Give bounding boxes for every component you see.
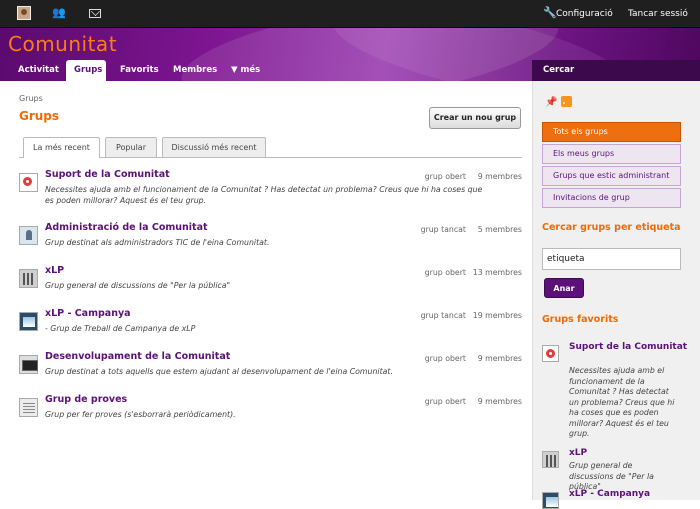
group-members: 19 membres [472,311,522,320]
group-members: 5 membres [477,225,522,234]
nav-item-mes[interactable]: ▼ més [223,60,268,81]
favorite-group-description: Necessites ajuda amb el funcionament de … [569,366,675,438]
group-status: grup tancat [420,225,466,234]
group-description: Grup per fer proves (s'esborrarà periòdi… [45,410,236,419]
mail-icon[interactable] [89,9,101,18]
tag-search-input[interactable]: etiqueta [542,248,681,270]
screen-icon[interactable] [19,355,38,374]
group-description: Grup destinat a tots aquells que estem a… [45,367,393,376]
pin-icon[interactable]: 📌 [545,97,557,108]
nav-item-favorits[interactable]: Favorits [112,60,167,81]
top-bar: 👥 🔧 Configuració Tancar sessió [0,0,700,28]
group-description: Grup general de discussions de "Per la p… [45,281,231,290]
group-members: 9 membres [477,354,522,363]
photo-icon[interactable] [19,312,38,331]
site-title[interactable]: Comunitat [8,32,117,56]
group-status: grup obert [424,354,466,363]
tab-recent-discussion[interactable]: Discussió més recent [162,137,266,157]
page-title: Grups [19,109,60,123]
lifebuoy-icon[interactable] [542,345,559,362]
group-status: grup obert [424,397,466,406]
group-name[interactable]: Grup de proves [45,394,127,405]
tag-search-button[interactable]: Anar [544,278,584,298]
group-invitations-button[interactable]: Invitacions de grup [542,188,681,208]
breadcrumb[interactable]: Grups [19,94,43,103]
people-icon[interactable]: 👥 [52,6,66,20]
group-name[interactable]: Suport de la Comunitat [45,169,170,180]
admin-groups-button[interactable]: Grups que estic administrant [542,166,681,186]
group-members: 13 membres [472,268,522,277]
avatar-icon[interactable] [17,6,31,20]
main-nav: Activitat Grups Favorits Membres ▼ més [0,60,532,81]
admin-person-icon[interactable] [19,226,38,245]
favorite-groups-title: Grups favorits [542,314,619,325]
lifebuoy-icon[interactable] [19,173,38,192]
group-description: Grup destinat als administradors TIC de … [45,238,270,247]
group-description: - Grup de Treball de Campanya de xLP [45,324,196,333]
rss-icon[interactable] [561,96,572,107]
group-status: grup obert [424,268,466,277]
tag-search-title: Cercar grups per etiqueta [542,222,681,233]
tab-most-recent[interactable]: La més recent [23,137,100,158]
group-description: Necessites ajuda amb el funcionament de … [45,185,483,205]
nav-item-grups[interactable]: Grups [66,60,106,81]
settings-link[interactable]: Configuració [556,9,613,19]
group-members: 9 membres [477,397,522,406]
group-status: grup tancat [420,311,466,320]
nav-item-membres[interactable]: Membres [165,60,225,81]
favorite-group-description: Grup general de discussions de "Per la p… [569,461,654,491]
my-groups-button[interactable]: Els meus grups [542,144,681,164]
search-header: Cercar [532,60,700,81]
wrench-icon: 🔧 [543,6,557,19]
group-name[interactable]: xLP - Campanya [45,308,131,319]
group-members: 9 membres [477,172,522,181]
nav-item-activitat[interactable]: Activitat [10,60,67,81]
test-icon[interactable] [19,398,38,417]
create-group-button[interactable]: Crear un nou grup [429,107,521,129]
group-name[interactable]: Administració de la Comunitat [45,222,208,233]
building-icon[interactable] [542,451,559,468]
group-name[interactable]: Desenvolupament de la Comunitat [45,351,230,362]
photo-icon[interactable] [542,492,559,509]
sidebar: 📌 Tots els grups Els meus grups Grups qu… [532,81,700,509]
logout-link[interactable]: Tancar sessió [628,9,688,19]
tab-popular[interactable]: Popular [105,137,157,157]
favorite-group-name[interactable]: Suport de la Comunitat [569,342,689,353]
all-groups-button[interactable]: Tots els grups [542,122,681,142]
favorite-group-name[interactable]: xLP [569,448,689,459]
main-content: Grups Grups Crear un nou grup La més rec… [0,81,532,500]
group-status: grup obert [424,172,466,181]
favorite-group-name[interactable]: xLP - Campanya [569,489,689,500]
building-icon[interactable] [19,269,38,288]
group-name[interactable]: xLP [45,265,64,276]
